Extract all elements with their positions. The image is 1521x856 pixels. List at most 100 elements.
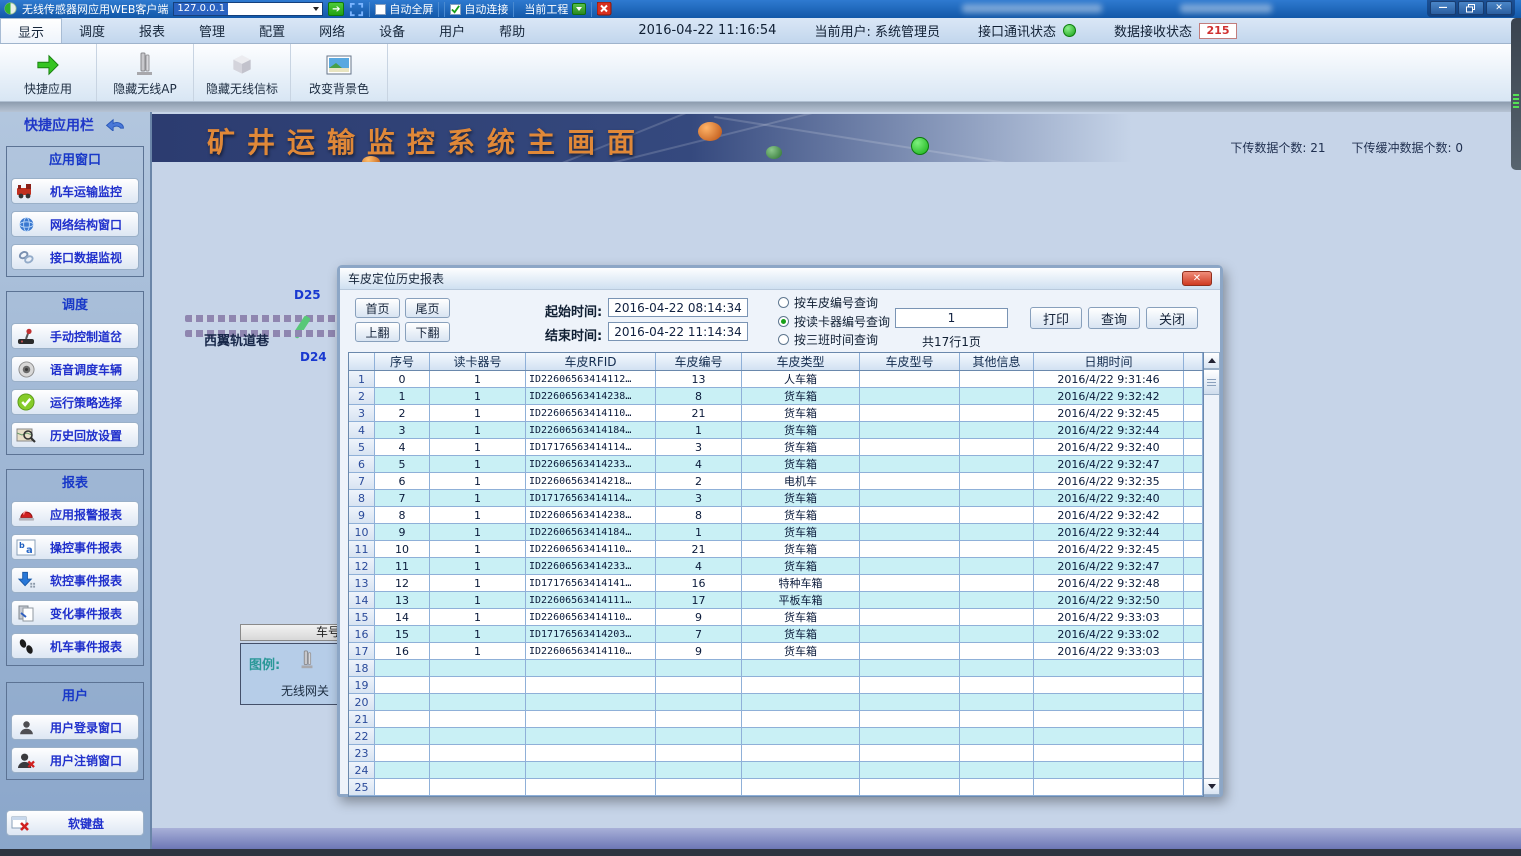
- quick-apply-button[interactable]: 快捷应用: [0, 44, 97, 101]
- connect-go-button[interactable]: ➔: [328, 2, 344, 16]
- table-row[interactable]: 23: [349, 745, 1203, 762]
- row-number-cell: 16: [349, 626, 375, 642]
- menu-item-users[interactable]: 用户: [422, 18, 482, 43]
- end-time-input[interactable]: [608, 322, 748, 341]
- project-dropdown-icon[interactable]: [572, 3, 586, 15]
- restore-button[interactable]: [1458, 1, 1484, 15]
- table-row[interactable]: 17161ID22606563414110…9货车箱2016/4/22 9:33…: [349, 643, 1203, 660]
- table-row[interactable]: 22: [349, 728, 1203, 745]
- auto-fullscreen-label: 自动全屏: [389, 1, 433, 17]
- auto-connect-checkbox[interactable]: 自动连接: [444, 2, 514, 17]
- row-number-cell: 23: [349, 745, 375, 761]
- collapse-back-icon[interactable]: [104, 116, 126, 135]
- table-row[interactable]: 651ID22606563414233…4货车箱2016/4/22 9:32:4…: [349, 456, 1203, 473]
- table-row[interactable]: 981ID22606563414238…8货车箱2016/4/22 9:32:4…: [349, 507, 1203, 524]
- table-row[interactable]: 14131ID22606563414111…17平板车箱2016/4/22 9:…: [349, 592, 1203, 609]
- change-background-button[interactable]: 改变背景色: [291, 44, 388, 101]
- hide-wireless-beacon-button[interactable]: 隐藏无线信标: [194, 44, 291, 101]
- menu-item-config[interactable]: 配置: [242, 18, 302, 43]
- radio-by-shift-time[interactable]: 按三班时间查询: [778, 332, 878, 347]
- reader-number-input[interactable]: [895, 308, 1008, 328]
- close-dialog-button[interactable]: 关闭: [1146, 307, 1198, 329]
- table-cell: [526, 694, 656, 710]
- docked-edge-panel[interactable]: [1511, 18, 1521, 170]
- sidebar-item-user-logout[interactable]: 用户注销窗口: [11, 747, 139, 773]
- sidebar-item-user-login[interactable]: 用户登录窗口: [11, 714, 139, 740]
- sidebar-item-locomotive-event-report[interactable]: 机车事件报表: [11, 633, 139, 659]
- scroll-up-icon[interactable]: [1204, 353, 1219, 369]
- dialog-title: 车皮定位历史报表: [348, 270, 444, 287]
- table-row[interactable]: 21: [349, 711, 1203, 728]
- auto-fullscreen-checkbox[interactable]: 自动全屏: [369, 2, 439, 17]
- menu-item-dispatch[interactable]: 调度: [62, 18, 122, 43]
- start-time-input[interactable]: [608, 298, 748, 317]
- dialog-titlebar[interactable]: 车皮定位历史报表 ✕: [340, 268, 1220, 290]
- menu-item-display[interactable]: 显示: [0, 18, 62, 43]
- radio-by-reader-number[interactable]: 按读卡器编号查询: [778, 314, 890, 329]
- first-page-button[interactable]: 首页: [355, 298, 400, 318]
- last-page-button[interactable]: 尾页: [405, 298, 450, 318]
- sidebar-item-change-event-report[interactable]: 变化事件报表: [11, 600, 139, 626]
- soft-keyboard-button[interactable]: 软键盘: [6, 810, 144, 836]
- table-vertical-scrollbar[interactable]: [1204, 352, 1220, 795]
- fullscreen-icon[interactable]: [349, 2, 364, 16]
- next-page-button[interactable]: 下翻: [405, 322, 450, 342]
- row-number-cell: 15: [349, 609, 375, 625]
- close-button[interactable]: ✕: [1486, 1, 1512, 15]
- dialog-close-button[interactable]: ✕: [1182, 271, 1212, 286]
- sidebar-item-run-strategy[interactable]: 运行策略选择: [11, 389, 139, 415]
- scrollbar-thumb[interactable]: [1204, 369, 1219, 395]
- sidebar-item-control-event-report[interactable]: ba 操控事件报表: [11, 534, 139, 560]
- sidebar-item-manual-switch-control[interactable]: 手动控制道岔: [11, 323, 139, 349]
- sidebar-item-history-playback[interactable]: 历史回放设置: [11, 422, 139, 448]
- prev-page-button[interactable]: 上翻: [355, 322, 400, 342]
- table-row[interactable]: 211ID22606563414238…8货车箱2016/4/22 9:32:4…: [349, 388, 1203, 405]
- table-cell: 2016/4/22 9:32:44: [1034, 524, 1184, 540]
- sidebar-item-interface-data-monitor[interactable]: 接口数据监视: [11, 244, 139, 270]
- table-cell: [742, 694, 860, 710]
- table-row[interactable]: 871ID17176563414114…3货车箱2016/4/22 9:32:4…: [349, 490, 1203, 507]
- table-row[interactable]: 541ID17176563414114…3货车箱2016/4/22 9:32:4…: [349, 439, 1203, 456]
- combo-dropdown-icon[interactable]: [310, 3, 322, 15]
- table-row[interactable]: 11101ID22606563414110…21货车箱2016/4/22 9:3…: [349, 541, 1203, 558]
- table-row[interactable]: 1091ID22606563414184…1货车箱2016/4/22 9:32:…: [349, 524, 1203, 541]
- table-row[interactable]: 13121ID17176563414141…16特种车箱2016/4/22 9:…: [349, 575, 1203, 592]
- sidebar-item-locomotive-monitor[interactable]: 机车运输监控: [11, 178, 139, 204]
- table-header-cell: 其他信息: [960, 353, 1034, 370]
- table-row[interactable]: 431ID22606563414184…1货车箱2016/4/22 9:32:4…: [349, 422, 1203, 439]
- print-button[interactable]: 打印: [1030, 307, 1082, 329]
- query-button[interactable]: 查询: [1088, 307, 1140, 329]
- address-combobox[interactable]: 127.0.0.1: [173, 2, 323, 16]
- sidebar-item-alarm-report[interactable]: 应用报警报表: [11, 501, 139, 527]
- table-row[interactable]: 20: [349, 694, 1203, 711]
- current-project-control[interactable]: 当前工程: [519, 2, 592, 17]
- table-row[interactable]: 321ID22606563414110…21货车箱2016/4/22 9:32:…: [349, 405, 1203, 422]
- green-indicator-dash: [1513, 106, 1519, 108]
- minimize-button[interactable]: —: [1430, 1, 1456, 15]
- table-row[interactable]: 24: [349, 762, 1203, 779]
- exit-button[interactable]: [597, 2, 612, 16]
- table-row[interactable]: 12111ID22606563414233…4货车箱2016/4/22 9:32…: [349, 558, 1203, 575]
- menu-item-network[interactable]: 网络: [302, 18, 362, 43]
- menu-item-devices[interactable]: 设备: [362, 18, 422, 43]
- menu-item-reports[interactable]: 报表: [122, 18, 182, 43]
- table-header-cell: 序号: [375, 353, 430, 370]
- table-cell: [430, 694, 526, 710]
- table-cell: [960, 745, 1034, 761]
- table-row[interactable]: 19: [349, 677, 1203, 694]
- table-row[interactable]: 18: [349, 660, 1203, 677]
- table-row[interactable]: 25: [349, 779, 1203, 796]
- radio-by-wagon-number[interactable]: 按车皮编号查询: [778, 295, 878, 310]
- table-row[interactable]: 761ID22606563414218…2电机车2016/4/22 9:32:3…: [349, 473, 1203, 490]
- sidebar-item-voice-dispatch[interactable]: 语音调度车辆: [11, 356, 139, 382]
- menu-item-management[interactable]: 管理: [182, 18, 242, 43]
- sidebar-item-soft-event-report[interactable]: 软控事件报表: [11, 567, 139, 593]
- sidebar-item-network-structure[interactable]: 网络结构窗口: [11, 211, 139, 237]
- table-row[interactable]: 16151ID17176563414203…7货车箱2016/4/22 9:33…: [349, 626, 1203, 643]
- table-row[interactable]: 15141ID22606563414110…9货车箱2016/4/22 9:33…: [349, 609, 1203, 626]
- table-row[interactable]: 101ID22606563414112…13人车箱2016/4/22 9:31:…: [349, 371, 1203, 388]
- hide-wireless-ap-button[interactable]: 隐藏无线AP: [97, 44, 194, 101]
- menu-item-help[interactable]: 帮助: [482, 18, 542, 43]
- antenna-icon: [133, 49, 157, 77]
- scroll-down-icon[interactable]: [1204, 778, 1219, 794]
